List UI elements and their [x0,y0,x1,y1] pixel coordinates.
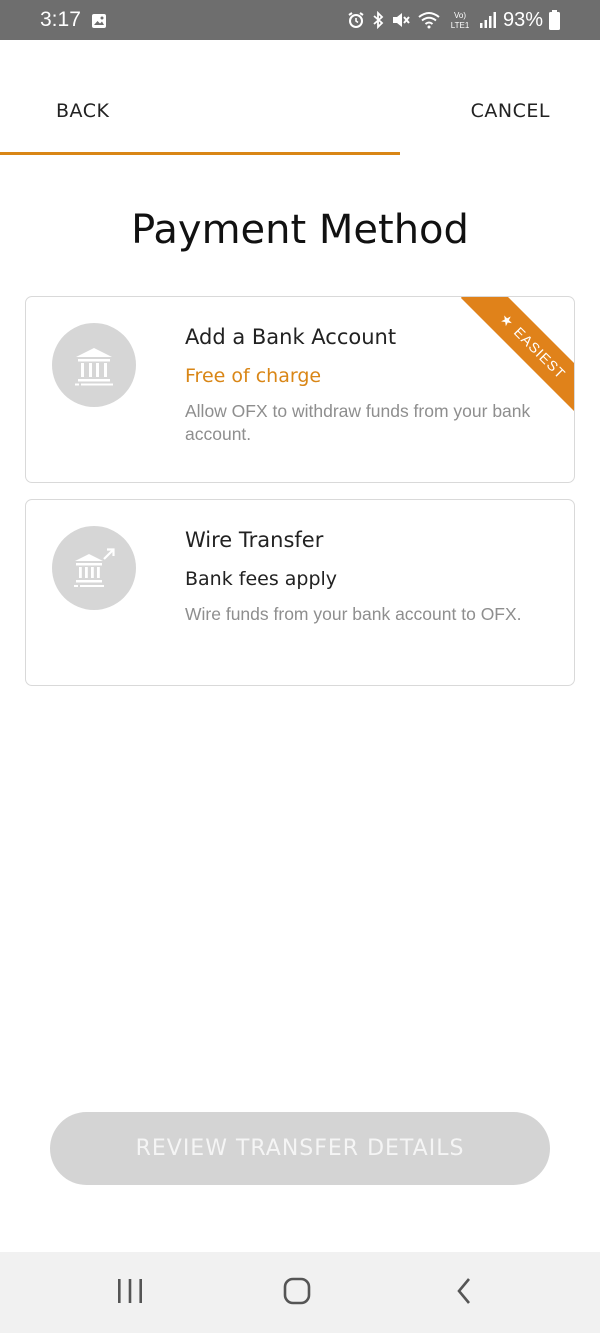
status-icons: Vo) LTE1 93% [347,8,560,32]
bank-transfer-icon [52,526,136,610]
svg-text:LTE1: LTE1 [451,21,470,30]
svg-text:Vo): Vo) [454,11,466,20]
page-title: Payment Method [131,207,469,253]
progress-bar [0,152,600,155]
option-subtitle: Free of charge [185,365,322,387]
alarm-icon [347,11,365,29]
ribbon-label: EASIEST [510,323,569,382]
image-icon [91,13,107,29]
option-add-bank-account[interactable]: Add a Bank Account Free of charge Allow … [25,296,575,483]
easiest-ribbon: ★ EASIEST [454,297,574,417]
option-wire-transfer[interactable]: Wire Transfer Bank fees apply Wire funds… [25,499,575,686]
review-transfer-details-button[interactable]: REVIEW TRANSFER DETAILS [50,1112,550,1185]
option-title: Wire Transfer [185,528,324,552]
cancel-button[interactable]: CANCEL [471,100,550,122]
option-title: Add a Bank Account [185,325,397,349]
star-icon: ★ [497,309,519,331]
recent-apps-icon[interactable] [116,1276,144,1310]
signal-icon [479,11,497,29]
back-button[interactable]: BACK [56,100,109,122]
home-icon[interactable] [282,1276,312,1310]
status-bar: 3:17 Vo) LTE1 93% [0,0,600,40]
volte-icon: Vo) LTE1 [447,10,473,30]
battery-percent: 93% [502,8,543,31]
mute-icon [391,11,411,29]
option-description: Wire funds from your bank account to OFX… [185,604,522,624]
wifi-icon [417,11,441,29]
back-nav-icon[interactable] [454,1276,476,1310]
option-subtitle: Bank fees apply [185,568,338,590]
bank-icon [52,323,136,407]
status-time: 3:17 [40,8,81,31]
battery-icon [549,10,560,30]
system-navigation-bar [0,1252,600,1333]
progress-fill [0,152,401,155]
bluetooth-icon [371,11,385,29]
